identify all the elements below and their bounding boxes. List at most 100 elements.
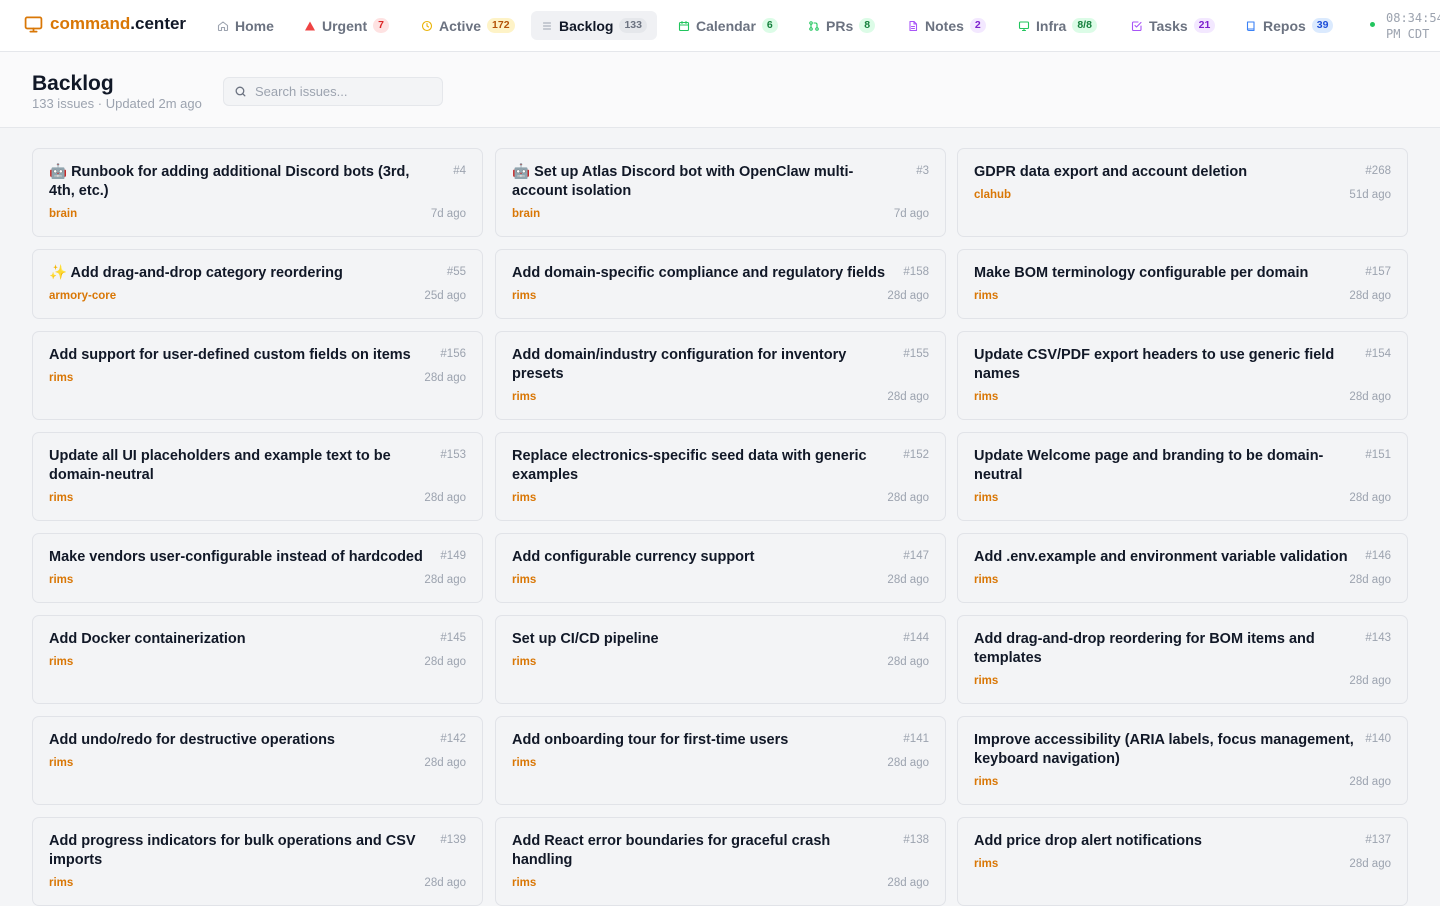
brand-name-part1: command — [50, 14, 131, 33]
issue-card[interactable]: Add Docker containerization #145 rims 28d a… — [32, 615, 483, 704]
issue-repo[interactable]: rims — [49, 574, 73, 586]
issue-card[interactable]: Add drag-and-drop reordering for BOM ite… — [957, 615, 1408, 704]
issue-age: 7d ago — [430, 208, 466, 220]
issue-card[interactable]: ✨ Add drag-and-drop category reordering #… — [32, 249, 483, 319]
issue-card[interactable]: Set up CI/CD pipeline #144 rims 28d ago — [495, 615, 946, 704]
issue-age: 28d ago — [424, 492, 466, 504]
issue-age: 28d ago — [1349, 290, 1391, 302]
tab-label: Infra — [1036, 17, 1067, 34]
issue-age: 28d ago — [424, 372, 466, 384]
search-box[interactable] — [223, 77, 443, 106]
issue-number: #137 — [1365, 834, 1391, 846]
issue-card[interactable]: Make vendors user-configurable instead o… — [32, 533, 483, 603]
issue-repo[interactable]: rims — [974, 675, 998, 687]
issue-repo[interactable]: rims — [512, 656, 536, 668]
live-status-dot — [1370, 22, 1375, 27]
issue-number: #155 — [903, 348, 929, 360]
issue-card[interactable]: Update CSV/PDF export headers to use gen… — [957, 331, 1408, 420]
issue-repo[interactable]: rims — [49, 492, 73, 504]
issue-repo[interactable]: rims — [974, 858, 998, 870]
issue-card[interactable]: Add domain-specific compliance and regul… — [495, 249, 946, 319]
issue-card[interactable]: Add .env.example and environment variabl… — [957, 533, 1408, 603]
issue-number: #153 — [440, 449, 466, 461]
tab-prs[interactable]: PRs 8 — [798, 11, 885, 40]
issue-card[interactable]: Add progress indicators for bulk operati… — [32, 817, 483, 906]
issue-title: Add configurable currency support — [512, 549, 755, 565]
issue-title: Replace electronics-specific seed data w… — [512, 448, 867, 483]
issue-repo[interactable]: rims — [512, 757, 536, 769]
tab-label: Repos — [1263, 17, 1306, 34]
issue-card[interactable]: Update all UI placeholders and example t… — [32, 432, 483, 521]
tab-home[interactable]: Home — [207, 11, 284, 40]
brand-logo[interactable]: command.center — [24, 14, 186, 34]
tab-count-badge: 133 — [619, 18, 647, 33]
issue-number: #145 — [440, 632, 466, 644]
issue-number: #143 — [1365, 632, 1391, 644]
issue-age: 28d ago — [887, 574, 929, 586]
issue-repo[interactable]: rims — [512, 391, 536, 403]
issue-card[interactable]: Make BOM terminology configurable per do… — [957, 249, 1408, 319]
issue-title: Add .env.example and environment variabl… — [974, 549, 1348, 565]
issue-repo[interactable]: rims — [49, 757, 73, 769]
issue-card[interactable]: Add undo/redo for destructive operations… — [32, 716, 483, 805]
tab-infra[interactable]: Infra 8/8 — [1008, 11, 1107, 40]
tab-count-badge: 8/8 — [1072, 18, 1097, 33]
issue-repo[interactable]: rims — [974, 391, 998, 403]
issue-repo[interactable]: armory-core — [49, 290, 116, 302]
issue-repo[interactable]: brain — [49, 208, 77, 220]
issue-repo[interactable]: clahub — [974, 189, 1011, 201]
issue-age: 28d ago — [887, 391, 929, 403]
issue-repo[interactable]: rims — [49, 877, 73, 889]
issue-card[interactable]: Add price drop alert notifications #137 ri… — [957, 817, 1408, 906]
issue-repo[interactable]: rims — [974, 290, 998, 302]
issue-card[interactable]: 🤖 Runbook for adding additional Discord … — [32, 148, 483, 237]
issue-number: #268 — [1365, 165, 1391, 177]
issue-age: 51d ago — [1349, 189, 1391, 201]
issue-repo[interactable]: brain — [512, 208, 540, 220]
search-input[interactable] — [255, 84, 425, 99]
issue-age: 28d ago — [887, 877, 929, 889]
issue-card[interactable]: Update Welcome page and branding to be d… — [957, 432, 1408, 521]
issue-repo[interactable]: rims — [512, 290, 536, 302]
tab-label: Active — [439, 17, 482, 34]
issue-title: Add Docker containerization — [49, 631, 246, 647]
tab-tasks[interactable]: Tasks 21 — [1121, 11, 1225, 40]
monitor-logo-icon — [24, 16, 43, 32]
tab-urgent[interactable]: Urgent 7 — [294, 11, 399, 40]
issue-card[interactable]: Add support for user-defined custom fiel… — [32, 331, 483, 420]
tab-active[interactable]: Active 172 — [411, 11, 525, 40]
issue-number: #140 — [1365, 733, 1391, 745]
issue-repo[interactable]: rims — [974, 776, 998, 788]
issue-card[interactable]: Add React error boundaries for graceful … — [495, 817, 946, 906]
issue-number: #4 — [453, 165, 466, 177]
issue-repo[interactable]: rims — [974, 492, 998, 504]
issue-card[interactable]: Improve accessibility (ARIA labels, focu… — [957, 716, 1408, 805]
issue-repo[interactable]: rims — [49, 656, 73, 668]
issue-number: #147 — [903, 550, 929, 562]
tab-count-badge: 39 — [1311, 18, 1334, 33]
issue-title: Set up CI/CD pipeline — [512, 631, 659, 647]
issue-card[interactable]: Add configurable currency support #147 rim… — [495, 533, 946, 603]
repo-icon — [1246, 20, 1255, 31]
page-subtitle: 133 issues · Updated 2m ago — [32, 96, 202, 111]
tab-label: PRs — [826, 17, 854, 34]
issue-title: Update all UI placeholders and example t… — [49, 448, 391, 483]
issue-card[interactable]: Add onboarding tour for first-time users… — [495, 716, 946, 805]
issue-card[interactable]: GDPR data export and account deletion #26… — [957, 148, 1408, 237]
issue-repo[interactable]: rims — [512, 492, 536, 504]
issue-repo[interactable]: rims — [512, 574, 536, 586]
issue-age: 28d ago — [1349, 776, 1391, 788]
issue-repo[interactable]: rims — [974, 574, 998, 586]
issue-number: #139 — [440, 834, 466, 846]
issue-repo[interactable]: rims — [49, 372, 73, 384]
issue-card[interactable]: Add domain/industry configuration for in… — [495, 331, 946, 420]
tab-notes[interactable]: Notes 2 — [897, 11, 996, 40]
issue-repo[interactable]: rims — [512, 877, 536, 889]
tab-calendar[interactable]: Calendar 6 — [668, 11, 788, 40]
tab-backlog[interactable]: Backlog 133 — [531, 11, 657, 40]
tab-repos[interactable]: Repos 39 — [1235, 11, 1343, 40]
issue-card[interactable]: Replace electronics-specific seed data w… — [495, 432, 946, 521]
issue-card[interactable]: 🤖 Set up Atlas Discord bot with OpenClaw… — [495, 148, 946, 237]
home-icon — [217, 20, 229, 31]
issue-age: 28d ago — [424, 757, 466, 769]
